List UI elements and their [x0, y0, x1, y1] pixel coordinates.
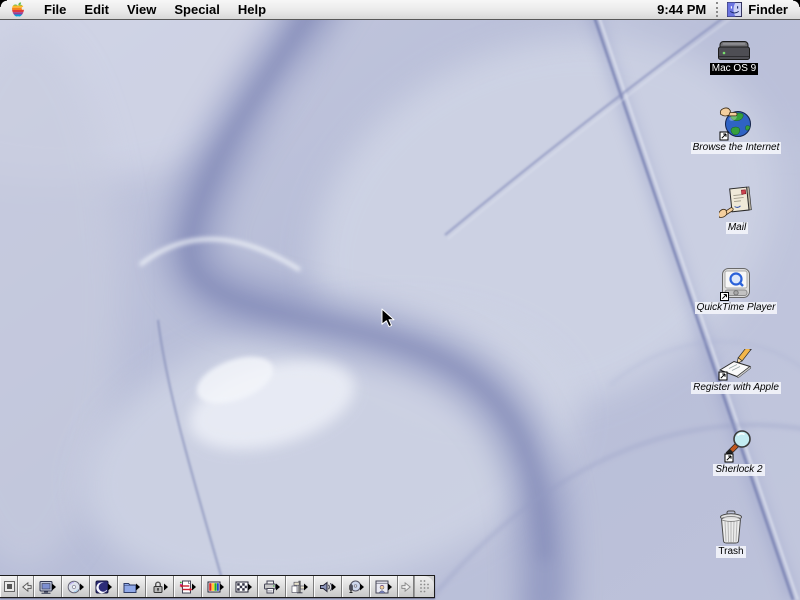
desktop-wallpaper[interactable]: [0, 20, 800, 600]
desktop-icon-trash[interactable]: Trash: [681, 510, 781, 558]
active-app-name: Finder: [748, 2, 788, 17]
hard-disk-icon: [718, 41, 750, 60]
letter-with-pointing-hand-icon: [719, 186, 752, 218]
control-strip-module-location-manager[interactable]: [286, 576, 314, 597]
ribbed-grab-handle-icon: [419, 580, 429, 593]
control-strip-module-sound-volume[interactable]: [314, 576, 342, 597]
control-strip-scroll-right[interactable]: [398, 576, 414, 597]
menu-view[interactable]: View: [127, 0, 156, 19]
icon-label: Mac OS 9: [709, 63, 759, 75]
control-strip-end-handle[interactable]: [414, 576, 434, 597]
popup-arrow-icon: [247, 583, 252, 590]
control-strip-module-energy-saver[interactable]: [90, 576, 118, 597]
control-strip: [0, 575, 435, 598]
control-strip-module-resolution[interactable]: [230, 576, 258, 597]
control-strip-module-sound-source[interactable]: [342, 576, 370, 597]
menu-file[interactable]: File: [44, 0, 66, 19]
quicktime-q-icon: [720, 268, 750, 301]
menu-bar-divider: [716, 2, 719, 17]
menu-special[interactable]: Special: [174, 0, 220, 19]
menu-bar-clock[interactable]: 9:44 PM: [657, 2, 706, 17]
trash-can-icon: [720, 510, 742, 544]
control-strip-module-keychain[interactable]: [146, 576, 174, 597]
application-menu[interactable]: Finder: [727, 2, 788, 17]
popup-arrow-icon: [51, 583, 56, 590]
apple-menu[interactable]: [11, 1, 25, 18]
control-strip-module-cd-audio[interactable]: [62, 576, 90, 597]
icon-label: QuickTime Player: [694, 302, 778, 314]
icon-label: Trash: [716, 546, 746, 558]
globe-with-pointing-hand-icon: [719, 107, 751, 141]
menu-help[interactable]: Help: [238, 0, 266, 19]
popup-arrow-icon: [331, 583, 336, 590]
menu-edit[interactable]: Edit: [84, 0, 109, 19]
magnifying-glass-icon: [724, 430, 751, 463]
popup-arrow-icon: [219, 583, 224, 590]
desktop-icon-sherlock-2[interactable]: Sherlock 2: [689, 429, 789, 476]
icon-label: Sherlock 2: [713, 464, 765, 476]
desktop-icon-mac-os-9[interactable]: Mac OS 9: [684, 40, 784, 75]
desktop-icon-mail[interactable]: Mail: [687, 185, 787, 234]
menu-bar: File Edit View Special Help 9:44 PM Find…: [0, 0, 800, 20]
control-strip-module-web-sharing[interactable]: [370, 576, 398, 597]
alias-arrow-badge: [718, 371, 728, 381]
control-strip-module-printer[interactable]: [258, 576, 286, 597]
popup-arrow-icon: [275, 583, 280, 590]
screen-corner-left: [0, 0, 7, 7]
control-strip-module-monitors[interactable]: [34, 576, 62, 597]
control-strip-module-file-exchange[interactable]: [174, 576, 202, 597]
desktop-icon-quicktime-player[interactable]: QuickTime Player: [686, 267, 786, 314]
desktop-icon-browse-the-internet[interactable]: Browse the Internet: [686, 106, 786, 154]
wallpaper-swirl-art: [0, 20, 800, 600]
alias-arrow-badge: [719, 131, 729, 141]
apple-logo-icon: [12, 1, 25, 16]
desktop-icon-register-with-apple[interactable]: Register with Apple: [686, 349, 786, 394]
hollow-right-arrow-icon: [400, 581, 411, 592]
control-strip-scroll-left[interactable]: [18, 576, 34, 597]
alias-arrow-badge: [720, 292, 729, 301]
control-strip-collapse-tab[interactable]: [0, 576, 18, 597]
popup-arrow-icon: [163, 583, 168, 590]
finder-face-icon: [727, 2, 743, 17]
icon-label: Browse the Internet: [690, 142, 782, 154]
control-strip-module-file-sharing[interactable]: [118, 576, 146, 597]
collapse-square-icon: [3, 581, 15, 592]
mac-os-9-desktop: File Edit View Special Help 9:44 PM Find…: [0, 0, 800, 600]
popup-arrow-icon: [107, 583, 112, 590]
alias-arrow-badge: [724, 453, 734, 463]
popup-arrow-icon: [387, 583, 392, 590]
popup-arrow-icon: [359, 583, 364, 590]
icon-label: Register with Apple: [691, 382, 781, 394]
control-strip-module-color-depth[interactable]: [202, 576, 230, 597]
popup-arrow-icon: [303, 583, 308, 590]
mouse-cursor-arrow: [381, 308, 395, 333]
icon-label: Mail: [725, 222, 749, 234]
popup-arrow-icon: [191, 583, 196, 590]
pencil-on-paper-icon: [718, 349, 754, 381]
popup-arrow-icon: [79, 583, 84, 590]
popup-arrow-icon: [135, 583, 140, 590]
screen-corner-right: [793, 0, 800, 7]
hollow-left-arrow-icon: [21, 581, 32, 592]
